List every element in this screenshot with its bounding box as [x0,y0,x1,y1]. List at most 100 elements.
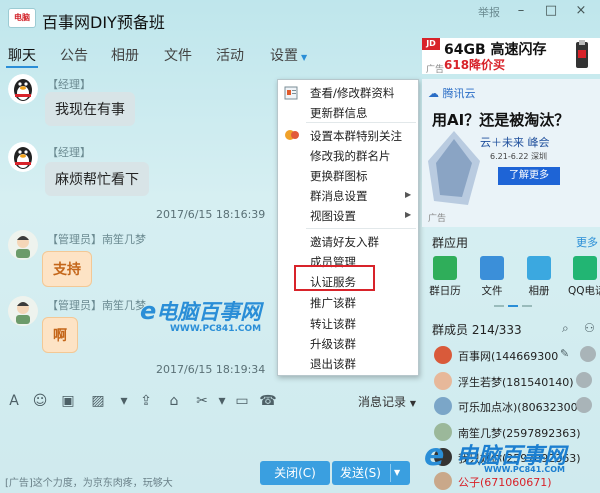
watermark-url: WWW.PC841.COM [170,324,262,334]
calendar-icon [433,256,457,280]
watermark-logo: e 电脑百事网 WWW.PC841.COM [420,436,598,476]
tab-settings-label: 设置 [270,48,298,64]
avatar[interactable] [8,74,38,104]
settings-menu: 查看/修改群资料 更新群信息 设置本群特别关注 修改我的群名片 更换群图标 群消… [277,79,419,376]
cloud-icon: ☁ [428,87,439,100]
chevron-right-icon: ▶ [405,210,412,219]
gif-icon[interactable]: ▣ [58,392,78,410]
app-group-calendar[interactable]: 群日历 [428,256,462,298]
avatar[interactable] [8,142,38,172]
menu-separator [306,122,416,123]
tab-activity[interactable]: 活动 [216,45,244,65]
jd-logo-icon: JD [422,38,440,50]
tab-album[interactable]: 相册 [111,45,139,65]
upload-icon[interactable]: ⇪ [136,392,156,410]
message-record-button[interactable]: 消息记录 ▼ [358,393,416,410]
chevron-down-icon: ▼ [409,399,416,408]
ad-title: 用AI？还是被淘汰？ [432,111,570,129]
qq-penguin-icon [8,74,38,104]
chevron-down-icon[interactable]: ▾ [114,392,134,410]
avatar[interactable] [8,296,38,326]
tab-settings[interactable]: 设置 ▼ [270,45,307,65]
app-label: 群日历 [429,285,461,297]
folder-icon [480,256,504,280]
tab-announcement[interactable]: 公告 [60,45,88,65]
ad-subline: 618降价买 [444,58,506,72]
message-bubble[interactable]: 支持 [42,251,92,287]
member-name: 公子(671060671) [458,476,552,489]
member-name: 可乐加点冰)(80632300 [458,401,578,414]
menu-item-view-group-info[interactable]: 查看/修改群资料 [310,85,394,101]
maximize-button[interactable]: □ [540,2,562,20]
menu-item-transfer-group[interactable]: 转让该群 [310,316,356,332]
app-label: 文件 [481,285,503,297]
tab-files[interactable]: 文件 [164,45,192,65]
app-qq-phone[interactable]: QQ电话 [568,256,600,298]
input-toolbar: A ☺ ▣ ▨ ▾ ⇪ ⌂ ✂ ▾ ▭ ☎ 消息记录 ▼ [0,386,420,416]
send-label: 发送(S) [340,466,381,480]
member-status-icon [580,346,596,362]
gift-icon[interactable]: ⌂ [164,392,184,410]
message-bubble[interactable]: 啊 [42,317,78,353]
watermark-text: 电脑百事网 [156,300,262,324]
edit-icon[interactable]: ✎ [560,347,569,360]
menu-item-edit-group-card[interactable]: 修改我的群名片 [310,148,391,164]
app-label: 相册 [528,285,550,297]
menu-item-update-group-info[interactable]: 更新群信息 [310,105,368,121]
watermark-e-icon: e [140,297,157,325]
scissors-icon[interactable]: ✂ [192,392,212,410]
group-apps-header: 群应用 [432,236,469,250]
more-icon[interactable]: ▭ [232,392,252,410]
sender-name[interactable]: 南笙几梦 [102,233,146,246]
ad-logo-text: 腾讯云 [442,87,476,100]
image-icon[interactable]: ▨ [88,392,108,410]
member-search-icon[interactable]: ⌕ [562,321,569,336]
tab-chat[interactable]: 聊天 [8,45,36,65]
menu-item-promote-group[interactable]: 推广该群 [310,295,356,311]
send-button[interactable]: 发送(S) ▼ [332,461,410,485]
menu-item-view-settings[interactable]: 视图设置 [310,208,356,224]
font-icon[interactable]: A [4,392,24,410]
member-menu-icon[interactable]: ⚇ [584,321,595,335]
pager-dot [494,305,504,307]
sender-role: 【经理】 [47,78,91,91]
close-window-button[interactable]: × [570,2,592,20]
group-avatar[interactable]: 电脑 [8,8,36,28]
message-bubble[interactable]: 麻烦帮忙看下 [45,162,149,196]
menu-item-special-attention[interactable]: 设置本群特别关注 [310,128,402,144]
chevron-down-icon[interactable]: ▼ [394,461,400,485]
menu-item-upgrade-group[interactable]: 升级该群 [310,336,356,352]
phone-icon [573,256,597,280]
ad-learn-more-button[interactable]: 了解更多 [498,167,560,185]
user-avatar-icon [8,296,38,326]
pager-dot-active [508,305,518,307]
chevron-down-icon[interactable]: ▾ [212,392,232,410]
minimize-button[interactable]: – [510,2,532,20]
menu-item-invite-friends[interactable]: 邀请好友入群 [310,234,379,250]
message-bubble[interactable]: 我现在有事 [45,92,135,126]
member-status-icon [576,372,592,388]
user-avatar-icon [8,230,38,260]
menu-item-group-message-settings[interactable]: 群消息设置 [310,188,368,204]
app-label: QQ电话 [568,285,600,297]
apps-pager[interactable] [494,305,534,308]
tencent-cloud-ad[interactable]: ☁ 腾讯云 用AI？还是被淘汰？ 云＋未来 峰会 6.21-6.22 深圳 了解… [422,79,600,227]
menu-separator [306,228,416,229]
member-status-icon [576,397,592,413]
emoji-icon[interactable]: ☺ [30,392,50,410]
close-button[interactable]: 关闭(C) [260,461,330,485]
avatar [434,372,452,390]
top-ad-banner[interactable]: JD 64GB 高速闪存 618降价买 [422,38,600,74]
apps-more-link[interactable]: 更多 [576,234,598,250]
report-link[interactable]: 举报 [478,4,500,20]
app-album[interactable]: 相册 [522,256,556,298]
special-attention-icon [284,128,300,142]
message-input[interactable] [0,416,420,460]
phone-icon[interactable]: ☎ [258,392,278,410]
ad-text-link[interactable]: [广告]这个力度，为京东肉疼，玩够大 [5,474,173,489]
member-name: 百事网(144669300 [458,350,559,363]
menu-item-quit-group[interactable]: 退出该群 [310,356,356,372]
app-files[interactable]: 文件 [475,256,509,298]
avatar[interactable] [8,230,38,260]
menu-item-change-group-icon[interactable]: 更换群图标 [310,168,368,184]
